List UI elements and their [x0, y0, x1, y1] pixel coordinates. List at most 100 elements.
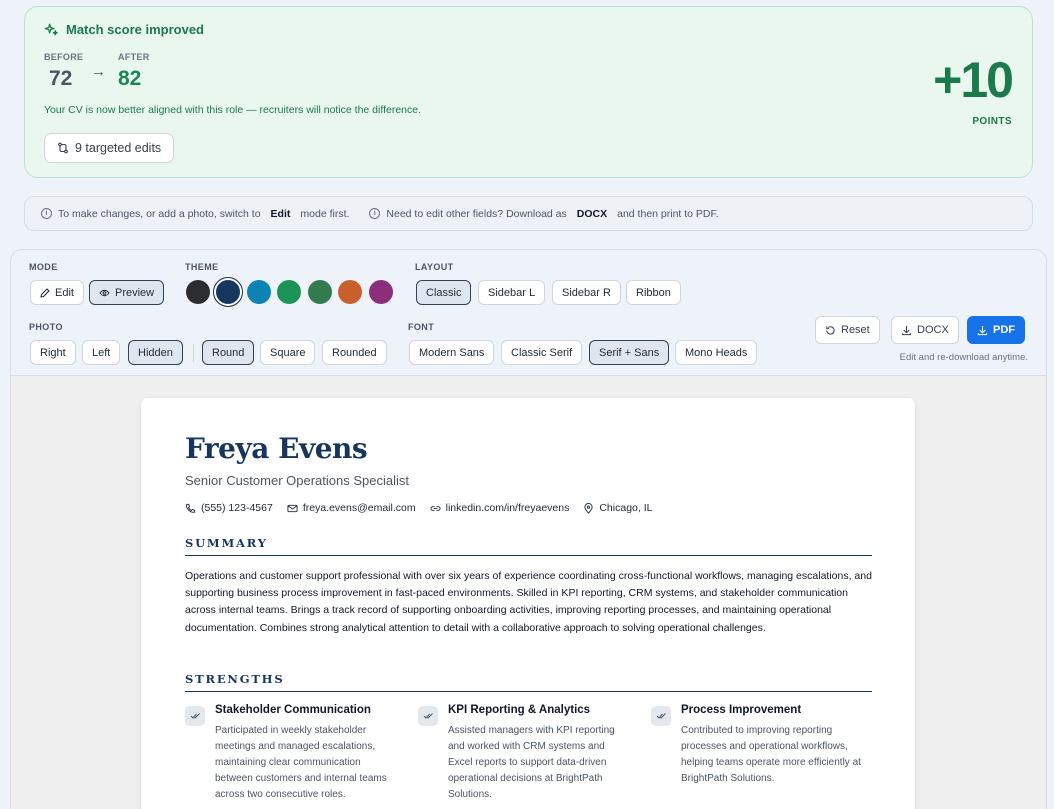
- theme-swatch-charcoal[interactable]: [186, 280, 210, 304]
- button-label: Sidebar L: [488, 286, 536, 299]
- contact-email: freya.evens@email.com: [287, 502, 416, 514]
- contact-location: Chicago, IL: [583, 502, 652, 514]
- info-bar: i To make changes, or add a photo, switc…: [24, 196, 1033, 231]
- font-serif-sans-button[interactable]: Serif + Sans: [589, 340, 670, 365]
- photo-rounded-button[interactable]: Rounded: [322, 340, 387, 365]
- double-check-icon: [418, 706, 438, 726]
- theme-swatch-green[interactable]: [277, 280, 301, 304]
- contact-phone: (555) 123-4567: [185, 502, 273, 514]
- before-label: BEFORE: [44, 52, 84, 62]
- button-label: Modern Sans: [419, 346, 485, 359]
- button-label: Sidebar R: [562, 286, 611, 299]
- targeted-edits-label: 9 targeted edits: [75, 141, 162, 155]
- summary-heading: SUMMARY: [185, 536, 268, 550]
- layout-sidebar-r-button[interactable]: Sidebar R: [552, 280, 621, 305]
- eye-icon: [99, 289, 110, 296]
- after-label: AFTER: [118, 52, 150, 62]
- linkedin-text: linkedin.com/in/freyaevens: [445, 502, 570, 514]
- before-score: 72: [49, 67, 73, 90]
- button-label: Hidden: [138, 346, 173, 359]
- button-label: Edit: [55, 286, 74, 299]
- button-label: Ribbon: [636, 286, 671, 299]
- button-label: Classic Serif: [511, 346, 573, 359]
- font-classic-serif-button[interactable]: Classic Serif: [501, 340, 583, 365]
- layout-sidebar-l-button[interactable]: Sidebar L: [478, 280, 546, 305]
- photo-label: PHOTO: [29, 322, 63, 332]
- theme-swatch-plum[interactable]: [369, 280, 393, 304]
- arrow-right-icon: →: [91, 63, 106, 80]
- info-text: Need to edit other fields? Download as: [386, 207, 567, 220]
- info-icon: i: [369, 208, 381, 219]
- sparkle-icon: [44, 23, 58, 36]
- button-label: Preview: [115, 286, 155, 299]
- section-rule: [185, 555, 872, 556]
- score-message: Your CV is now better aligned with this …: [44, 104, 422, 116]
- strength-title: Stakeholder Communication: [215, 704, 371, 716]
- download-icon: [977, 325, 988, 335]
- button-label: PDF: [993, 324, 1015, 336]
- diff-icon: [58, 142, 68, 154]
- contact-linkedin: linkedin.com/in/freyaevens: [430, 502, 570, 514]
- location-text: Chicago, IL: [599, 502, 653, 514]
- double-check-icon: [651, 706, 671, 726]
- layout-ribbon-button[interactable]: Ribbon: [626, 280, 681, 305]
- resume-name: Freya Evens: [185, 432, 368, 465]
- button-label: Mono Heads: [685, 346, 748, 359]
- strength-description: Participated in weekly stakeholder meeti…: [215, 725, 387, 800]
- info-text: To make changes, or add a photo, switch …: [58, 207, 261, 220]
- photo-right-button[interactable]: Right: [30, 340, 76, 365]
- pencil-icon: [40, 287, 50, 298]
- photo-square-button[interactable]: Square: [260, 340, 316, 365]
- double-check-icon: [185, 706, 205, 726]
- targeted-edits-button[interactable]: 9 targeted edits: [44, 133, 175, 163]
- docx-download-button[interactable]: DOCX: [891, 316, 959, 344]
- button-label: DOCX: [917, 324, 949, 336]
- download-hint: Edit and re-download anytime.: [899, 352, 1028, 363]
- download-icon: [901, 325, 912, 335]
- strengths-heading: STRENGTHS: [185, 672, 285, 686]
- strength-title: Process Improvement: [681, 704, 802, 716]
- layout-classic-button[interactable]: Classic: [416, 280, 472, 305]
- button-label: Serif + Sans: [599, 346, 660, 359]
- font-label: FONT: [408, 322, 435, 332]
- phone-text: (555) 123-4567: [201, 502, 273, 514]
- score-header: Match score improved: [44, 22, 204, 37]
- info-icon: i: [41, 208, 52, 219]
- contact-row: (555) 123-4567 freya.evens@email.com lin…: [185, 502, 652, 514]
- match-score-banner: Match score improved BEFORE 72 → AFTER 8…: [24, 6, 1033, 178]
- resume-page: Freya Evens Senior Customer Operations S…: [141, 398, 915, 809]
- button-label: Round: [212, 346, 245, 359]
- mode-preview-button[interactable]: Preview: [89, 280, 165, 305]
- divider: [193, 344, 194, 362]
- points-label: POINTS: [972, 116, 1012, 127]
- theme-swatch-blue[interactable]: [247, 280, 271, 304]
- theme-swatch-navy[interactable]: [216, 280, 240, 304]
- info-tip-edit: i To make changes, or add a photo, switc…: [41, 208, 349, 220]
- strength-description: Contributed to improving reporting proce…: [681, 725, 861, 784]
- info-key: DOCX: [576, 207, 608, 220]
- button-label: Reset: [841, 324, 870, 336]
- photo-left-button[interactable]: Left: [82, 340, 121, 365]
- mail-icon: [287, 504, 298, 512]
- resume-title: Senior Customer Operations Specialist: [185, 473, 409, 488]
- photo-round-button[interactable]: Round: [202, 340, 255, 365]
- strength-description: Assisted managers with KPI reporting and…: [448, 725, 615, 800]
- strength-title: KPI Reporting & Analytics: [448, 704, 591, 716]
- link-icon: [430, 505, 441, 511]
- font-modern-sans-button[interactable]: Modern Sans: [409, 340, 495, 365]
- theme-swatch-forest[interactable]: [308, 280, 332, 304]
- photo-hidden-button[interactable]: Hidden: [128, 340, 183, 365]
- font-mono-heads-button[interactable]: Mono Heads: [675, 340, 758, 365]
- theme-swatch-orange[interactable]: [338, 280, 362, 304]
- pdf-download-button[interactable]: PDF: [967, 316, 1025, 344]
- layout-label: LAYOUT: [415, 262, 454, 272]
- mode-edit-button[interactable]: Edit: [30, 280, 84, 305]
- button-label: Right: [40, 346, 66, 359]
- points-delta: +10: [933, 52, 1014, 108]
- info-tip-docx: i Need to edit other fields? Download as…: [369, 207, 719, 220]
- email-text: freya.evens@email.com: [302, 502, 416, 514]
- button-label: Square: [270, 346, 306, 359]
- summary-text: Operations and customer support professi…: [185, 570, 872, 634]
- reset-button[interactable]: Reset: [815, 316, 880, 344]
- control-panel: MODE Edit Preview THEME LAYOUT Classic S…: [10, 249, 1047, 376]
